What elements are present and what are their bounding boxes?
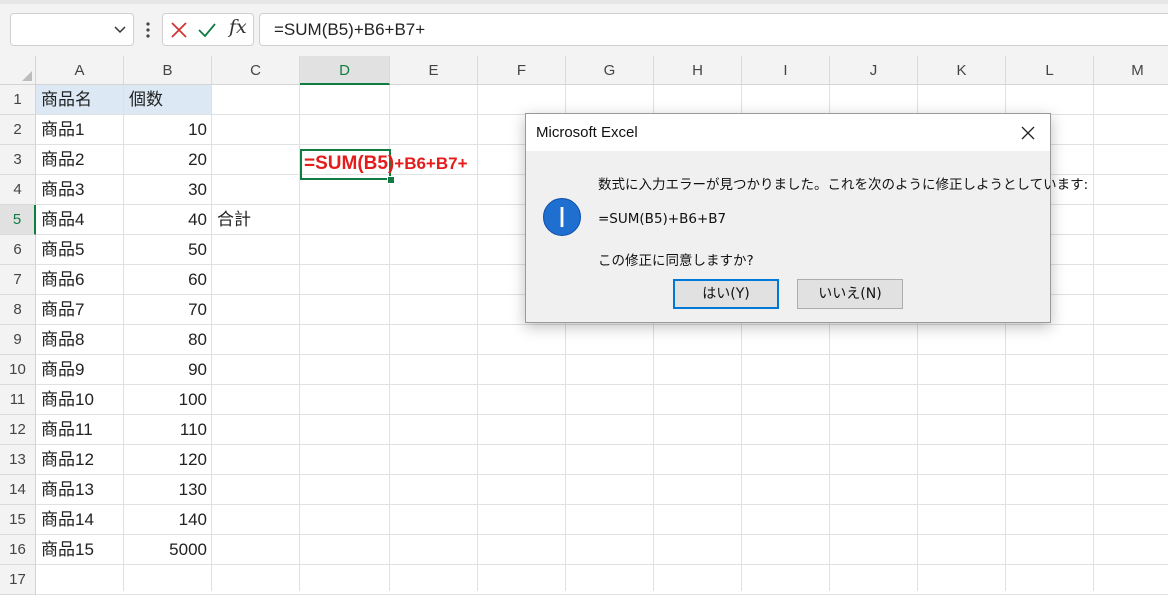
cell-B16[interactable]: 5000	[124, 535, 211, 565]
cancel-icon[interactable]	[169, 20, 189, 40]
cell-B12[interactable]: 110	[124, 415, 211, 445]
column-header-L[interactable]: L	[1006, 56, 1094, 85]
column-header-I[interactable]: I	[742, 56, 830, 85]
column-header-J[interactable]: J	[830, 56, 918, 85]
cell-B7[interactable]: 60	[124, 265, 211, 295]
formula-bar-area: fx =SUM(B5)+B6+B7+	[0, 0, 1168, 56]
chevron-down-icon[interactable]	[113, 22, 127, 36]
cell-A13[interactable]: 商品12	[36, 445, 123, 475]
column-header-B[interactable]: B	[124, 56, 212, 85]
row-header-15[interactable]: 15	[0, 505, 36, 535]
row-header-5[interactable]: 5	[0, 205, 36, 235]
insert-function-icon[interactable]: fx	[229, 16, 247, 38]
dialog-titlebar: Microsoft Excel	[526, 114, 1050, 151]
row-header-16[interactable]: 16	[0, 535, 36, 565]
row-header-12[interactable]: 12	[0, 415, 36, 445]
cell-A11[interactable]: 商品10	[36, 385, 123, 415]
row-header-4[interactable]: 4	[0, 175, 36, 205]
cell-A5[interactable]: 商品4	[36, 205, 123, 235]
cell-B11[interactable]: 100	[124, 385, 211, 415]
formula-buttons: fx	[162, 13, 254, 46]
select-all-button[interactable]	[0, 56, 36, 85]
cell-A9[interactable]: 商品8	[36, 325, 123, 355]
gridline-vertical	[1093, 85, 1094, 591]
dialog-message: 数式に入力エラーが見つかりました。これを次のように修正しようとしています:	[598, 177, 1089, 193]
cell-A8[interactable]: 商品7	[36, 295, 123, 325]
row-header-9[interactable]: 9	[0, 325, 36, 355]
cell-B13[interactable]: 120	[124, 445, 211, 475]
column-header-F[interactable]: F	[478, 56, 566, 85]
no-button[interactable]: いいえ(N)	[797, 279, 903, 309]
cell-B6[interactable]: 50	[124, 235, 211, 265]
dialog-question: この修正に同意しますか?	[598, 253, 754, 269]
dialog-title: Microsoft Excel	[536, 124, 638, 141]
cell-B15[interactable]: 140	[124, 505, 211, 535]
cell-B1[interactable]: 個数	[124, 85, 211, 115]
cell-A1[interactable]: 商品名	[36, 85, 123, 115]
dialog-body: 数式に入力エラーが見つかりました。これを次のように修正しようとしています: =S…	[526, 151, 1088, 322]
row-header-11[interactable]: 11	[0, 385, 36, 415]
cell-A12[interactable]: 商品11	[36, 415, 123, 445]
cell-B3[interactable]: 20	[124, 145, 211, 175]
cell-B2[interactable]: 10	[124, 115, 211, 145]
dialog-suggestion: =SUM(B5)+B6+B7	[598, 211, 727, 227]
cell-B9[interactable]: 80	[124, 325, 211, 355]
row-header-14[interactable]: 14	[0, 475, 36, 505]
row-header-7[interactable]: 7	[0, 265, 36, 295]
gridline-vertical	[211, 85, 212, 591]
ribbon-edge	[0, 0, 1168, 4]
cell-A3[interactable]: 商品2	[36, 145, 123, 175]
cell-A2[interactable]: 商品1	[36, 115, 123, 145]
column-header-H[interactable]: H	[654, 56, 742, 85]
error-correction-dialog: Microsoft Excel 数式に入力エラーが見つかりました。これを次のよう…	[525, 113, 1088, 323]
more-options-icon[interactable]	[146, 21, 150, 39]
cell-edit-formula[interactable]: =SUM(B5)+B6+B7+	[304, 149, 468, 179]
cell-B8[interactable]: 70	[124, 295, 211, 325]
edit-part-sum: =SUM(B5)	[304, 153, 395, 174]
close-icon	[1021, 126, 1035, 140]
row-header-3[interactable]: 3	[0, 145, 36, 175]
column-header-E[interactable]: E	[390, 56, 478, 85]
gridline-vertical	[477, 85, 478, 591]
edit-part-rest: +B6+B7+	[394, 154, 468, 173]
row-header-13[interactable]: 13	[0, 445, 36, 475]
yes-button[interactable]: はい(Y)	[673, 279, 779, 309]
cell-B14[interactable]: 130	[124, 475, 211, 505]
cell-B4[interactable]: 30	[124, 175, 211, 205]
select-all-triangle-icon	[22, 71, 32, 81]
column-header-M[interactable]: M	[1094, 56, 1168, 85]
dialog-close-button[interactable]	[1006, 114, 1050, 151]
cell-B10[interactable]: 90	[124, 355, 211, 385]
row-header-2[interactable]: 2	[0, 115, 36, 145]
column-header-G[interactable]: G	[566, 56, 654, 85]
row-header-1[interactable]: 1	[0, 85, 36, 115]
row-header-6[interactable]: 6	[0, 235, 36, 265]
column-header-K[interactable]: K	[918, 56, 1006, 85]
cell-A16[interactable]: 商品15	[36, 535, 123, 565]
column-header-C[interactable]: C	[212, 56, 300, 85]
cell-A10[interactable]: 商品9	[36, 355, 123, 385]
cell-A14[interactable]: 商品13	[36, 475, 123, 505]
info-icon	[543, 198, 581, 236]
cell-A15[interactable]: 商品14	[36, 505, 123, 535]
column-header-A[interactable]: A	[36, 56, 124, 85]
cell-A7[interactable]: 商品6	[36, 265, 123, 295]
column-header-D[interactable]: D	[300, 56, 390, 85]
cell-C5[interactable]: 合計	[212, 205, 299, 235]
cell-B5[interactable]: 40	[124, 205, 211, 235]
cell-A6[interactable]: 商品5	[36, 235, 123, 265]
formula-input[interactable]: =SUM(B5)+B6+B7+	[259, 13, 1168, 46]
enter-check-icon[interactable]	[197, 20, 217, 40]
cell-A4[interactable]: 商品3	[36, 175, 123, 205]
row-header-8[interactable]: 8	[0, 295, 36, 325]
name-box[interactable]	[10, 13, 134, 46]
row-header-10[interactable]: 10	[0, 355, 36, 385]
